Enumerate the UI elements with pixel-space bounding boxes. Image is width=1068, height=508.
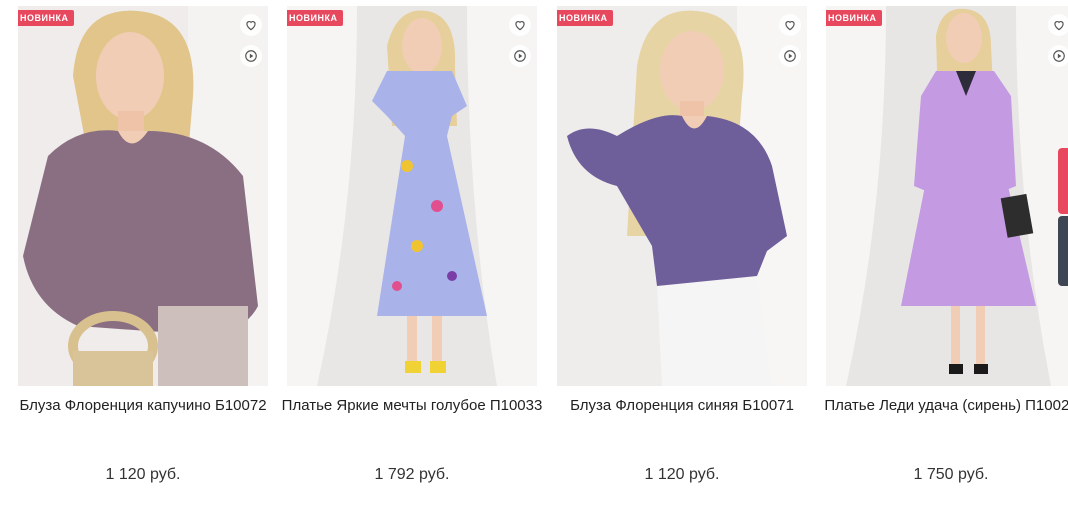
heart-icon bbox=[785, 21, 795, 31]
product-image bbox=[18, 6, 268, 386]
new-badge: НОВИНКА bbox=[287, 10, 344, 26]
product-title[interactable]: Платье Яркие мечты голубое П10033 bbox=[277, 396, 547, 416]
heart-icon bbox=[246, 21, 256, 31]
product-card[interactable]: НОВИНКА Платье Леди удача (сирень) П1002… bbox=[824, 6, 1068, 506]
product-price: 1 120 руб. bbox=[105, 466, 181, 483]
video-button[interactable] bbox=[779, 45, 801, 67]
video-button[interactable] bbox=[509, 45, 531, 67]
favorite-button[interactable] bbox=[1048, 14, 1068, 36]
play-icon bbox=[245, 50, 257, 62]
product-title[interactable]: Блуза Флоренция капучино Б10072 bbox=[8, 396, 278, 416]
video-button[interactable] bbox=[1048, 45, 1068, 67]
favorite-button[interactable] bbox=[509, 14, 531, 36]
side-tab-bottom[interactable] bbox=[1058, 216, 1068, 286]
product-card[interactable]: НОВИНКА Блуза Флоренция капучино Б10072 … bbox=[18, 6, 268, 506]
product-image bbox=[557, 6, 807, 386]
product-image bbox=[826, 6, 1068, 386]
play-icon bbox=[1053, 50, 1065, 62]
product-price: 1 120 руб. bbox=[644, 466, 720, 483]
product-grid: НОВИНКА Блуза Флоренция капучино Б10072 … bbox=[0, 0, 1068, 508]
new-badge: НОВИНКА bbox=[18, 10, 75, 26]
product-price: 1 792 руб. bbox=[374, 466, 450, 483]
play-icon bbox=[784, 50, 796, 62]
play-icon bbox=[514, 50, 526, 62]
product-title[interactable]: Платье Леди удача (сирень) П10027 bbox=[816, 396, 1068, 416]
new-badge: НОВИНКА bbox=[826, 10, 883, 26]
product-photo[interactable]: НОВИНКА bbox=[18, 6, 268, 386]
product-price: 1 750 руб. bbox=[913, 466, 989, 483]
product-photo[interactable]: НОВИНКА bbox=[287, 6, 537, 386]
product-photo[interactable]: НОВИНКА bbox=[826, 6, 1068, 386]
product-title[interactable]: Блуза Флоренция синяя Б10071 bbox=[547, 396, 817, 416]
product-photo[interactable]: НОВИНКА bbox=[557, 6, 807, 386]
side-tab-top[interactable] bbox=[1058, 148, 1068, 214]
heart-icon bbox=[515, 21, 525, 31]
product-image bbox=[287, 6, 537, 386]
new-badge: НОВИНКА bbox=[557, 10, 614, 26]
product-card[interactable]: НОВИНКА Блуза Флоренция синяя Б10071 1 1… bbox=[557, 6, 807, 506]
product-card[interactable]: НОВИНКА Платье Яркие мечты голубое П1003… bbox=[282, 6, 542, 506]
favorite-button[interactable] bbox=[240, 14, 262, 36]
video-button[interactable] bbox=[240, 45, 262, 67]
favorite-button[interactable] bbox=[779, 14, 801, 36]
heart-icon bbox=[1054, 21, 1064, 31]
